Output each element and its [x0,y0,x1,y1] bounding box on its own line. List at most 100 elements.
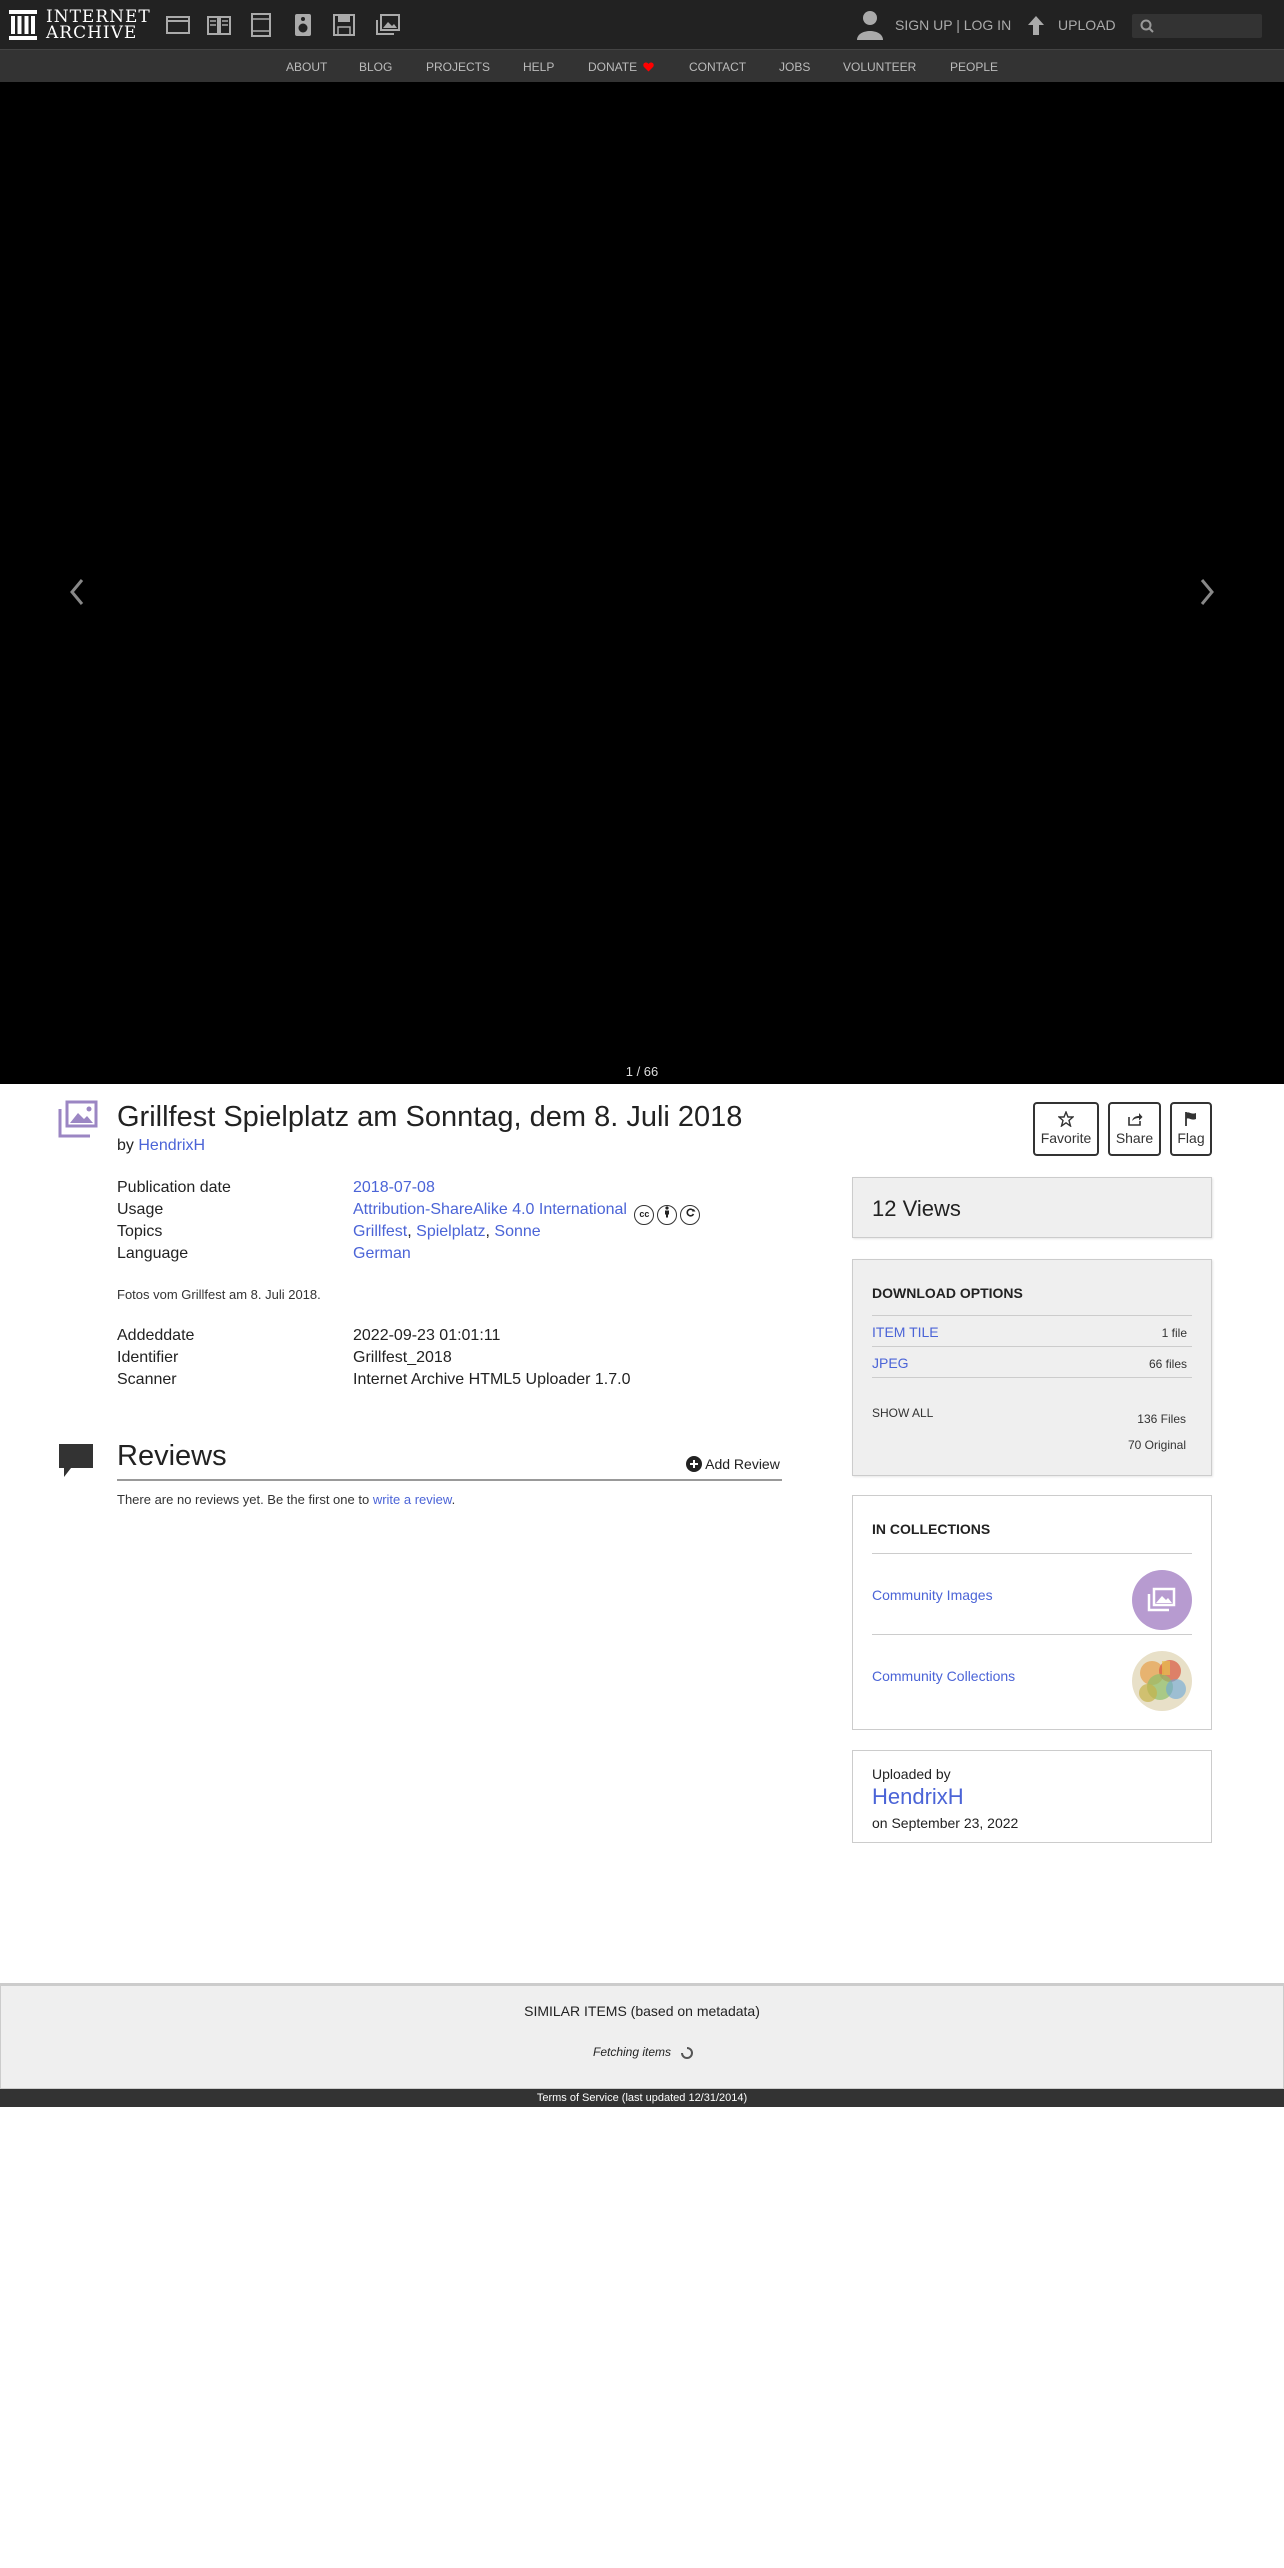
download-row[interactable]: JPEG 66 files [872,1346,1192,1377]
nav-donate-label: DONATE [588,60,638,74]
video-icon[interactable] [248,12,274,38]
topic-link[interactable]: Spielplatz [416,1223,485,1240]
download-format-link[interactable]: ITEM TILE [872,1324,939,1340]
write-review-link[interactable]: write a review [373,1492,452,1507]
flag-button[interactable]: Flag [1170,1102,1212,1156]
uploaded-by-label: Uploaded by [872,1766,951,1782]
topic-separator: , [407,1223,412,1240]
collections-heading: IN COLLECTIONS [872,1521,991,1537]
topic-link[interactable]: Sonne [494,1223,540,1240]
nav-people[interactable]: PEOPLE [950,60,998,74]
cc-by-icon[interactable] [657,1205,678,1225]
meta-value: 2022-09-23 01:01:11 [353,1327,501,1344]
upload-icon[interactable] [1026,14,1046,36]
nav-volunteer[interactable]: VOLUNTEER [843,60,916,74]
creator-link[interactable]: HendrixH [138,1137,205,1154]
share-label: Share [1115,1130,1154,1146]
similar-items-status: Fetching items [593,2045,694,2060]
cc-icon[interactable]: cc [634,1205,655,1225]
nav-contact[interactable]: CONTACT [689,60,746,74]
meta-key: Topics [117,1223,163,1240]
flag-icon [1185,1112,1196,1126]
original-files-count: 70 Original [1127,1438,1186,1452]
total-files-count: 136 Files [1137,1412,1186,1426]
community-collections-thumb[interactable] [1132,1651,1192,1711]
add-review-button[interactable]: Add Review [686,1456,780,1472]
search-icon [1140,19,1154,33]
download-file-count: 66 files [1148,1357,1187,1371]
community-images-thumb[interactable] [1132,1570,1192,1630]
download-divider [872,1377,1192,1378]
topic-separator: , [485,1223,490,1240]
meta-key: Addeddate [117,1327,195,1344]
collection-item[interactable]: Community Collections [872,1634,1192,1714]
comment-icon [59,1444,93,1477]
download-format-link[interactable]: JPEG [872,1355,909,1371]
uploader-panel: Uploaded by HendrixH on September 23, 20… [852,1750,1212,1843]
search-input[interactable] [1132,14,1262,38]
reviews-divider [117,1479,782,1481]
image-item-icon [58,1100,98,1138]
nav-donate[interactable]: DONATE [588,60,655,74]
nav-blog[interactable]: BLOG [359,60,392,74]
logo-text: INTERNET ARCHIVE [46,7,151,43]
footer-terms-link[interactable]: Terms of Service (last updated 12/31/201… [0,2089,1284,2107]
internet-archive-logo[interactable]: INTERNET ARCHIVE [8,7,151,43]
upload-link[interactable]: UPLOAD [1058,17,1116,33]
nav-bar: ABOUT BLOG PROJECTS HELP DONATE CONTACT … [0,49,1284,82]
archive-building-icon [9,10,37,40]
download-row[interactable]: ITEM TILE 1 file [872,1315,1192,1346]
images-icon[interactable] [375,12,401,38]
texts-icon[interactable] [206,12,232,38]
collection-item[interactable]: Community Images [872,1553,1192,1633]
show-all-link[interactable]: SHOW ALL [872,1406,933,1420]
collection-mosaic-image [1139,1660,1186,1702]
license-link[interactable]: Attribution-ShareAlike 4.0 International [353,1201,627,1218]
fetching-text: Fetching items [593,2045,672,2059]
previous-arrow-icon[interactable] [62,572,92,612]
nav-about[interactable]: ABOUT [286,60,327,74]
next-arrow-icon[interactable] [1192,572,1222,612]
meta-key: Language [117,1245,189,1262]
audio-icon[interactable] [290,12,316,38]
nav-projects[interactable]: PROJECTS [426,60,490,74]
publication-date-link[interactable]: 2018-07-08 [353,1178,435,1198]
topic-link[interactable]: Grillfest [353,1223,407,1240]
heart-icon [643,62,655,72]
language-link[interactable]: German [353,1244,411,1264]
cc-sa-icon[interactable] [680,1205,701,1225]
collection-link[interactable]: Community Collections [872,1668,1015,1684]
add-review-label: Add Review [705,1456,780,1472]
meta-key: Usage [117,1201,164,1218]
meta-key: Publication date [117,1179,231,1196]
web-icon[interactable] [165,12,191,38]
reviews-empty-message: There are no reviews yet. Be the first o… [117,1492,455,1507]
meta-key: Scanner [117,1371,177,1388]
views-panel: 12 Views [852,1177,1212,1238]
collection-link[interactable]: Community Images [872,1587,993,1603]
views-count: 12 Views [872,1196,961,1221]
user-icon[interactable] [855,8,885,40]
collections-panel: IN COLLECTIONS Community Images Communit… [852,1495,1212,1730]
plus-circle-icon [686,1456,702,1472]
signup-login-link[interactable]: SIGN UP | LOG IN [895,17,1011,33]
images-collection-icon [1147,1587,1176,1612]
download-options-panel: DOWNLOAD OPTIONS ITEM TILE 1 file JPEG 6… [852,1259,1212,1476]
image-viewer[interactable]: 1 / 66 [0,82,1284,1084]
loading-spinner-icon [681,2047,694,2059]
reviews-empty-text: There are no reviews yet. Be the first o… [117,1492,370,1507]
favorite-label: Favorite [1040,1130,1092,1146]
uploader-link[interactable]: HendrixH [872,1784,964,1810]
upload-date: on September 23, 2022 [872,1815,1019,1831]
meta-value: Grillfest, Spielplatz, Sonne [353,1222,541,1242]
reviews-empty-suffix: . [451,1492,456,1507]
item-title: Grillfest Spielplatz am Sonntag, dem 8. … [117,1101,743,1133]
nav-jobs[interactable]: JOBS [779,60,810,74]
software-icon[interactable] [331,12,357,38]
favorite-button[interactable]: Favorite [1033,1102,1099,1156]
similar-items-section: SIMILAR ITEMS (based on metadata) Fetchi… [0,1983,1284,2089]
share-button[interactable]: Share [1108,1102,1161,1156]
meta-key: Identifier [117,1349,179,1366]
nav-help[interactable]: HELP [523,60,554,74]
star-icon [1058,1111,1074,1127]
